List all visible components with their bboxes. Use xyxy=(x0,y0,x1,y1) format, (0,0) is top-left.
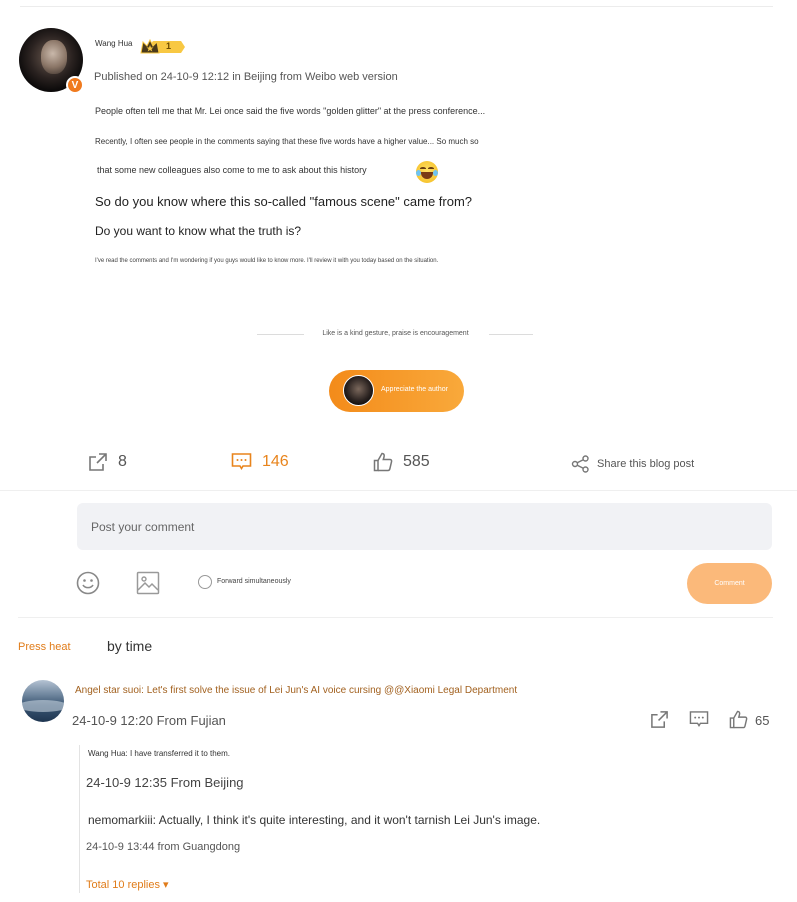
submit-comment-button[interactable]: Comment xyxy=(687,563,772,604)
post-paragraph: Do you want to know what the truth is? xyxy=(95,224,302,238)
forward-checkbox[interactable] xyxy=(198,575,212,589)
section-divider xyxy=(0,490,797,491)
appreciate-label: Appreciate the author xyxy=(381,386,448,393)
crown-icon xyxy=(140,38,160,54)
level-badge: 1 xyxy=(140,38,187,55)
top-divider xyxy=(20,6,773,7)
emoji-picker-icon[interactable] xyxy=(76,571,100,595)
encourage-text: Like is a kind gesture, praise is encour… xyxy=(322,330,469,337)
laughing-crying-emoji-icon xyxy=(416,161,438,183)
post-paragraph: I've read the comments and I'm wondering… xyxy=(95,258,439,264)
comment-input[interactable] xyxy=(77,503,772,550)
comments-button[interactable]: 146 xyxy=(231,452,289,472)
reply-text: nemomarkiii: Actually, I think it's quit… xyxy=(88,813,541,827)
repost-button[interactable]: 8 xyxy=(88,452,127,472)
reply-meta: 24-10-9 13:44 from Guangdong xyxy=(86,841,241,853)
reply-thread-bar xyxy=(79,745,80,893)
appreciate-author-button[interactable]: Appreciate the author xyxy=(329,370,464,412)
thumbs-up-icon xyxy=(373,452,393,472)
commenter-avatar[interactable] xyxy=(22,680,64,722)
author-name[interactable]: Wang Hua xyxy=(95,39,133,48)
verified-badge-icon: V xyxy=(66,76,84,94)
image-upload-icon[interactable] xyxy=(136,571,160,595)
share-icon xyxy=(571,455,589,473)
reply-text: Wang Hua: I have transferred it to them. xyxy=(88,749,230,758)
post-paragraph: that some new colleagues also come to me… xyxy=(97,165,367,175)
tab-sort-heat[interactable]: Press heat xyxy=(18,641,71,653)
section-divider xyxy=(18,617,773,618)
comment-text: Angel star suoi: Let's first solve the i… xyxy=(75,685,518,696)
author-mini-avatar xyxy=(343,375,374,406)
like-count: 585 xyxy=(403,453,430,470)
comment-meta: 24-10-9 12:20 From Fujian xyxy=(72,713,226,728)
repost-count: 8 xyxy=(118,453,127,470)
post-paragraph: Recently, I often see people in the comm… xyxy=(95,137,479,146)
post-paragraph: So do you know where this so-called "fam… xyxy=(95,194,473,209)
share-label: Share this blog post xyxy=(597,458,695,470)
total-replies-link[interactable]: Total 10 replies ▾ xyxy=(86,878,169,891)
comment-repost-icon[interactable] xyxy=(650,710,669,729)
forward-label: Forward simultaneously xyxy=(217,578,291,585)
comment-count: 146 xyxy=(262,453,289,470)
comment-icon xyxy=(231,453,252,471)
post-paragraph: People often tell me that Mr. Lei once s… xyxy=(95,106,486,116)
repost-icon xyxy=(89,453,107,471)
share-button[interactable]: Share this blog post xyxy=(571,455,694,473)
reply-meta: 24-10-9 12:35 From Beijing xyxy=(86,775,244,790)
comment-like-count: 65 xyxy=(755,713,770,728)
post-meta: Published on 24-10-9 12:12 in Beijing fr… xyxy=(94,71,398,83)
level-number: 1 xyxy=(166,41,172,51)
like-button[interactable]: 585 xyxy=(373,452,430,472)
tab-sort-time[interactable]: by time xyxy=(107,638,152,654)
comment-like-icon[interactable] xyxy=(729,710,748,729)
comment-reply-icon[interactable] xyxy=(689,710,709,729)
